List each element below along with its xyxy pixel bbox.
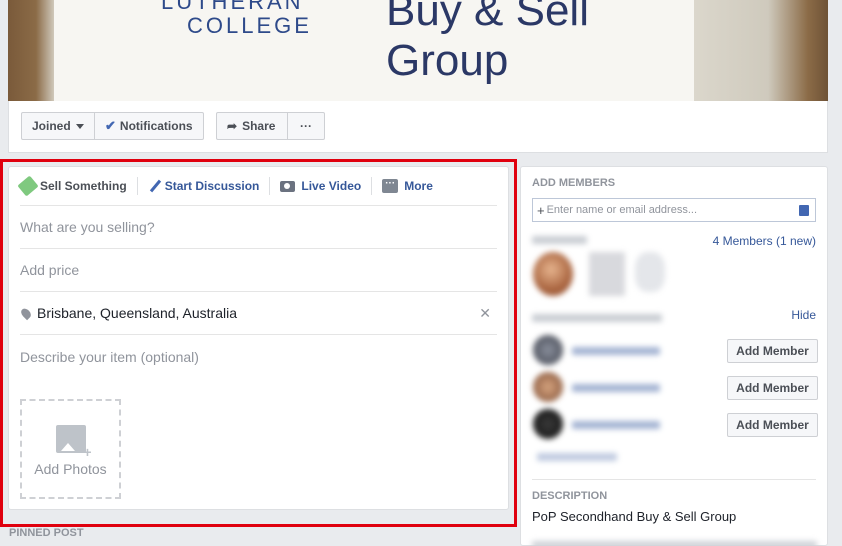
avatar[interactable] xyxy=(533,409,563,439)
see-more-link-blurred[interactable] xyxy=(537,453,617,461)
location-field[interactable]: Brisbane, Queensland, Australia ✕ xyxy=(19,292,497,335)
description-more-blurred xyxy=(532,541,817,546)
hide-suggestions-link[interactable]: Hide xyxy=(791,308,816,322)
tab-start-discussion[interactable]: Start Discussion xyxy=(148,176,259,196)
avatar[interactable] xyxy=(635,252,665,292)
plus-icon: + xyxy=(537,202,545,218)
group-action-bar: Joined ✔ Notifications ➦ Share ··· xyxy=(8,101,828,153)
contact-card-icon[interactable] xyxy=(799,205,809,216)
member-name-blurred[interactable] xyxy=(572,384,660,392)
tab-divider xyxy=(136,177,138,195)
suggested-member: Add Member xyxy=(532,334,818,368)
add-photo-icon xyxy=(55,425,92,459)
video-camera-icon xyxy=(280,180,296,192)
item-title-input[interactable]: What are you selling? xyxy=(20,206,497,249)
members-panel: ADD MEMBERS + Enter name or email addres… xyxy=(520,166,828,546)
divider xyxy=(532,479,816,480)
tab-divider xyxy=(269,177,271,195)
member-name-blurred[interactable] xyxy=(572,421,660,429)
description-heading: DESCRIPTION xyxy=(532,490,608,502)
clear-location-icon[interactable]: ✕ xyxy=(479,305,491,322)
tab-divider xyxy=(371,177,373,195)
notifications-button[interactable]: ✔ Notifications xyxy=(94,112,204,140)
add-members-heading: ADD MEMBERS xyxy=(532,177,616,189)
composer-tabs: Sell Something Start Discussion Live Vid… xyxy=(17,167,497,206)
cover-title: Buy & Sell Group xyxy=(386,0,589,85)
ellipsis-icon: ··· xyxy=(300,119,312,133)
suggested-member: Add Member xyxy=(532,371,818,405)
description-input[interactable]: Describe your item (optional) xyxy=(20,335,497,378)
joined-button[interactable]: Joined xyxy=(21,112,95,140)
member-name-blurred[interactable] xyxy=(572,347,660,355)
location-pin-icon xyxy=(19,306,33,320)
share-button[interactable]: ➦ Share xyxy=(216,112,288,140)
suggested-members-label-blurred xyxy=(532,314,662,322)
pencil-icon xyxy=(149,179,161,193)
avatar[interactable] xyxy=(533,335,563,365)
price-tag-icon xyxy=(17,175,39,197)
avatar[interactable] xyxy=(533,252,573,296)
member-avatars xyxy=(533,252,665,296)
add-photos-button[interactable]: Add Photos xyxy=(20,399,121,499)
sell-composer: Sell Something Start Discussion Live Vid… xyxy=(8,166,509,510)
add-member-button[interactable]: Add Member xyxy=(727,376,818,400)
tab-more[interactable]: ··· More xyxy=(382,176,433,196)
more-dots-icon: ··· xyxy=(382,179,399,193)
share-icon: ➦ xyxy=(227,119,238,133)
members-count-link[interactable]: 4 Members (1 new) xyxy=(713,234,816,248)
college-logo-text: LUTHERAN COLLEGE xyxy=(161,0,312,38)
cover-banner: LUTHERAN COLLEGE Buy & Sell Group xyxy=(54,0,694,101)
avatar[interactable] xyxy=(533,372,563,402)
tab-sell-something[interactable]: Sell Something xyxy=(17,175,127,197)
avatar[interactable] xyxy=(589,252,625,296)
chevron-down-icon xyxy=(75,123,84,129)
cover-photo: LUTHERAN COLLEGE Buy & Sell Group xyxy=(8,0,828,101)
add-member-button[interactable]: Add Member xyxy=(727,413,818,437)
members-label-blurred xyxy=(532,236,587,244)
add-member-input[interactable]: + Enter name or email address... xyxy=(532,198,816,222)
more-options-button[interactable]: ··· xyxy=(287,112,325,140)
suggested-member: Add Member xyxy=(532,408,818,442)
tab-live-video[interactable]: Live Video xyxy=(280,176,361,196)
check-icon: ✔ xyxy=(105,118,116,133)
description-text: PoP Secondhand Buy & Sell Group xyxy=(532,509,737,524)
price-input[interactable]: Add price xyxy=(20,249,497,292)
pinned-post-heading: PINNED POST xyxy=(9,527,84,539)
add-member-button[interactable]: Add Member xyxy=(727,339,818,363)
